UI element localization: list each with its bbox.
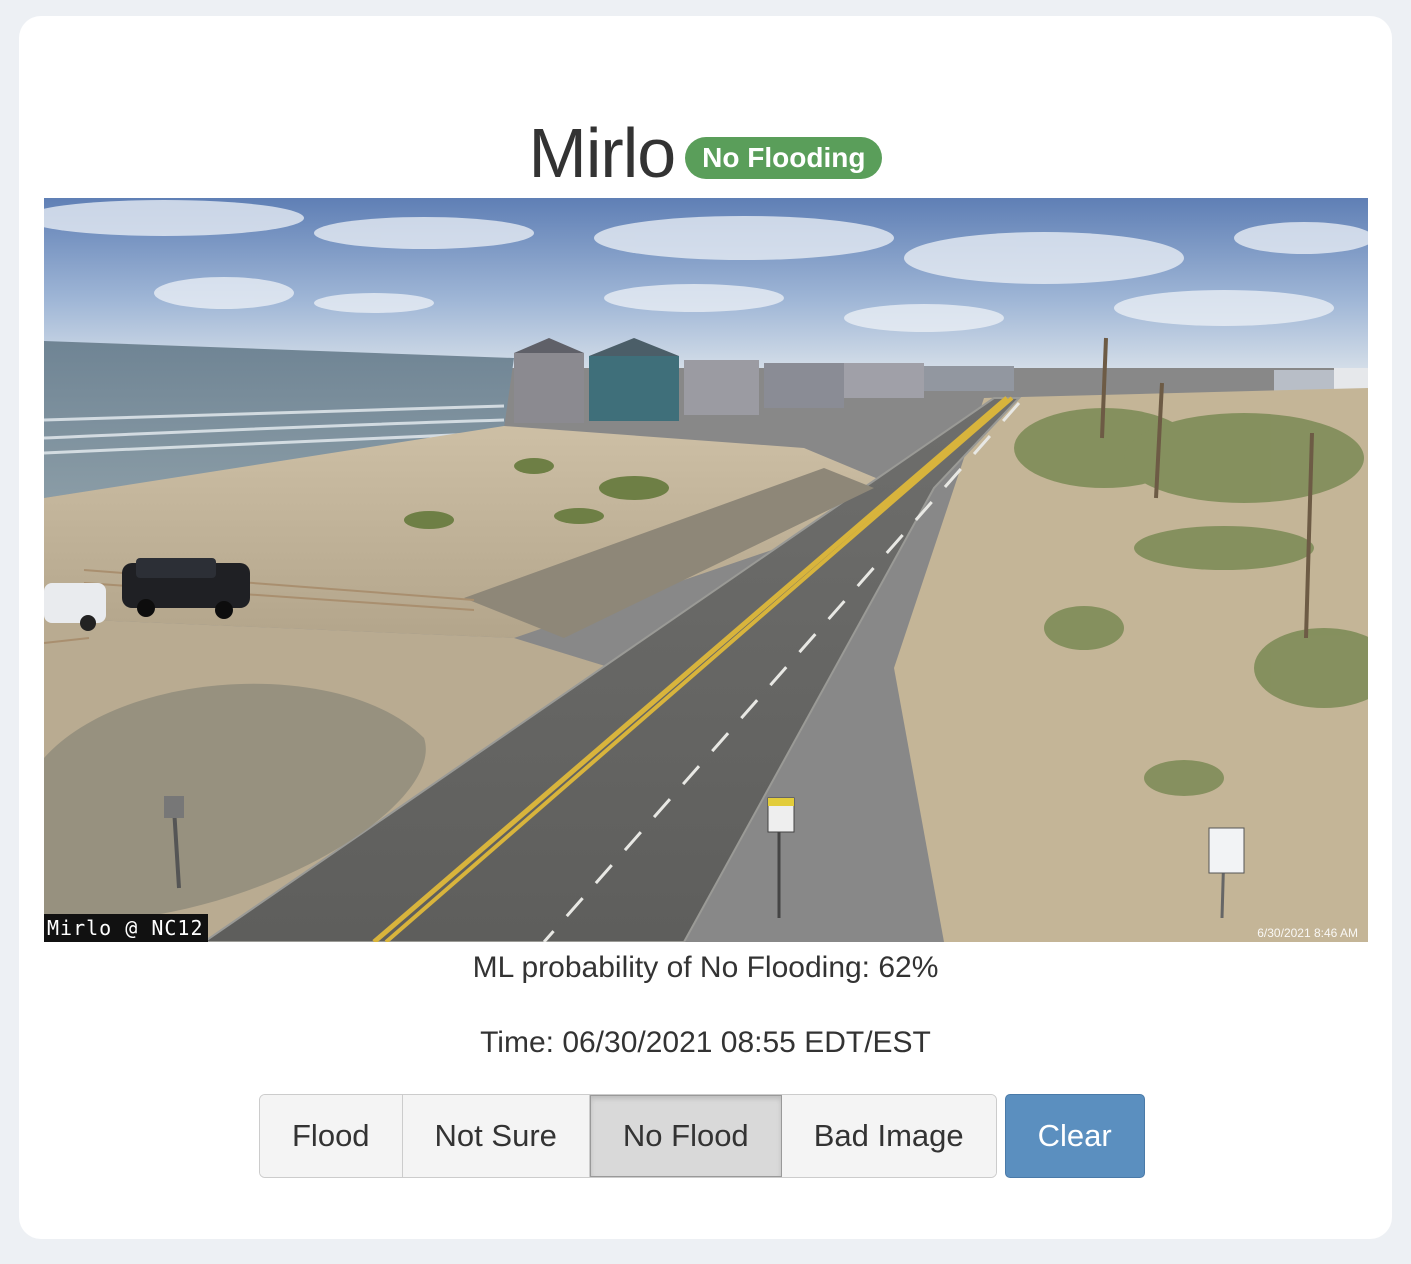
image-time: Time: 06/30/2021 08:55 EDT/EST — [480, 1026, 931, 1059]
label-button-group: Flood Not Sure No Flood Bad Image — [259, 1094, 997, 1178]
bad-image-button[interactable]: Bad Image — [781, 1095, 996, 1177]
camera-scene — [44, 198, 1368, 942]
title-row: Mirlo No Flooding — [19, 108, 1392, 198]
not-sure-button[interactable]: Not Sure — [402, 1095, 590, 1177]
clear-button[interactable]: Clear — [1004, 1094, 1145, 1178]
site-title: Mirlo — [528, 114, 677, 192]
no-flood-button[interactable]: No Flood — [589, 1095, 782, 1177]
camera-image: Mirlo @ NC12 6/30/2021 8:46 AM — [44, 198, 1368, 942]
camera-timestamp: 6/30/2021 8:46 AM — [1257, 926, 1358, 940]
flood-button[interactable]: Flood — [260, 1095, 403, 1177]
ml-probability: ML probability of No Flooding: 62% — [472, 951, 939, 984]
status-badge: No Flooding — [685, 136, 883, 180]
label-buttons: Flood Not Sure No Flood Bad Image Clear — [259, 1094, 1145, 1178]
camera-overlay-label: Mirlo @ NC12 — [44, 914, 208, 942]
label-card: Mirlo No Flooding Mirlo @ NC12 6/30/2021… — [19, 16, 1392, 1239]
